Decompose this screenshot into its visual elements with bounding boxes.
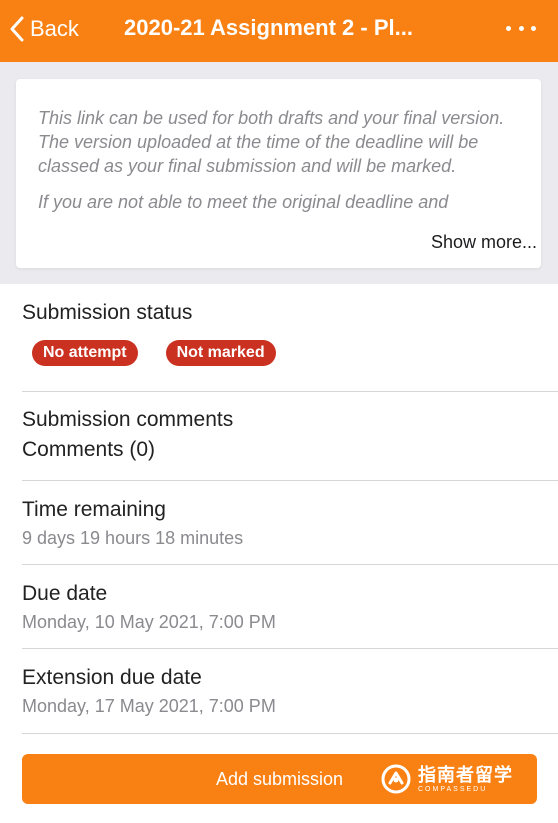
submission-status-section: Submission status (22, 301, 558, 325)
back-button[interactable]: Back (10, 14, 79, 44)
time-remaining-section: Time remaining 9 days 19 hours 18 minute… (22, 498, 558, 549)
extension-due-date-section: Extension due date Monday, 17 May 2021, … (22, 666, 558, 717)
due-date-title: Due date (22, 582, 108, 605)
show-more-link[interactable]: Show more... (431, 232, 537, 253)
back-label: Back (30, 16, 79, 41)
intro-paragraph: This link can be used for both drafts an… (38, 108, 505, 176)
more-dot-icon (506, 25, 511, 31)
intro-paragraph-truncated: If you are not able to meet the original… (38, 192, 449, 212)
extension-due-date-value: Monday, 17 May 2021, 7:00 PM (22, 696, 276, 716)
time-remaining-title: Time remaining (22, 498, 166, 521)
due-date-value: Monday, 10 May 2021, 7:00 PM (22, 612, 276, 632)
more-dot-icon (531, 25, 536, 31)
intro-text: This link can be used for both drafts an… (38, 106, 518, 226)
chevron-left-icon (10, 16, 24, 42)
page-title: 2020-21 Assignment 2 - Pl... (124, 15, 413, 40)
divider (22, 391, 558, 392)
divider (22, 648, 558, 649)
divider (22, 480, 558, 481)
divider (22, 733, 558, 734)
more-dot-icon (518, 25, 524, 31)
submission-comments-section[interactable]: Submission comments Comments (0) (22, 408, 558, 462)
due-date-section: Due date Monday, 10 May 2021, 7:00 PM (22, 582, 558, 633)
submission-comments-title: Submission comments (22, 408, 234, 431)
divider (22, 564, 558, 565)
status-badges: No attempt Not marked (32, 340, 304, 366)
time-remaining-value: 9 days 19 hours 18 minutes (22, 528, 244, 548)
status-badge-grading: Not marked (165, 340, 276, 366)
more-options-button[interactable] (506, 20, 536, 36)
extension-due-date-title: Extension due date (22, 666, 202, 689)
submission-status-title: Submission status (22, 301, 193, 324)
add-submission-button[interactable]: Add submission (22, 754, 537, 804)
status-badge-attempt: No attempt (32, 340, 138, 366)
app-header: Back 2020-21 Assignment 2 - Pl... (0, 0, 558, 62)
comments-count[interactable]: Comments (0) (22, 438, 558, 462)
